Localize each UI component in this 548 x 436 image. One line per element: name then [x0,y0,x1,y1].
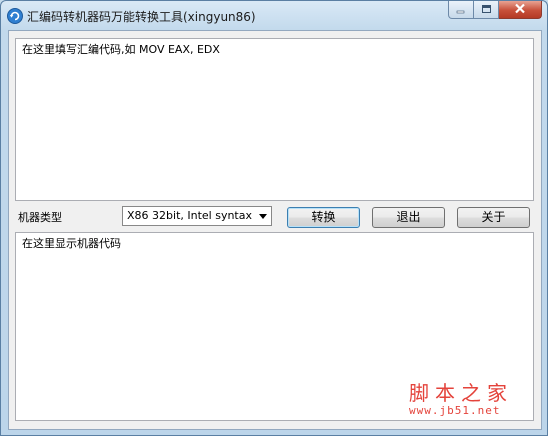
maximize-icon [481,3,492,17]
minimize-button[interactable] [448,1,474,19]
watermark: 脚本之家 www.jb51.net [409,382,539,418]
maximize-button[interactable] [474,1,499,19]
assembly-input[interactable]: 在这里填写汇编代码,如 MOV EAX, EDX [15,38,534,201]
exit-button[interactable]: 退出 [372,207,445,228]
title-bar[interactable]: 汇编码转机器码万能转换工具(xingyun86) [1,1,547,31]
chevron-down-icon [259,214,267,219]
convert-button[interactable]: 转换 [287,207,360,228]
minimize-icon [456,3,466,17]
app-refresh-icon [7,8,23,24]
window-title: 汇编码转机器码万能转换工具(xingyun86) [27,10,256,24]
app-window: 汇编码转机器码万能转换工具(xingyun86) 在这里填写汇编代码,如 MOV… [0,0,548,436]
client-area: 在这里填写汇编代码,如 MOV EAX, EDX 机器类型 X86 32bit,… [8,30,542,430]
window-controls [448,1,542,20]
close-button[interactable] [499,1,542,19]
machine-type-select[interactable]: X86 32bit, Intel syntax [122,206,272,226]
machine-type-value: X86 32bit, Intel syntax [127,209,252,222]
watermark-site-name: 脚本之家 [409,381,513,405]
about-button[interactable]: 关于 [457,207,530,228]
close-icon [514,3,526,17]
machine-type-label: 机器类型 [18,211,62,224]
watermark-url: www.jb51.net [409,404,501,417]
